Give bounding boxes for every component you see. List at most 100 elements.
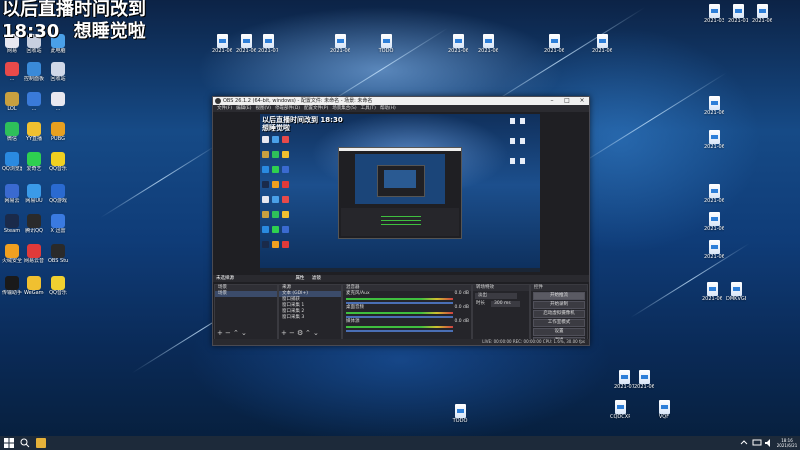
desktop-shortcut[interactable]: 微信 [2, 122, 22, 142]
menu-item[interactable]: 停靠部件(D) [275, 106, 300, 111]
desktop-file[interactable]: TODO [450, 404, 470, 424]
desktop-file[interactable]: 2021-06-15 [704, 184, 724, 204]
desktop-shortcut[interactable]: 腾讯QQ [24, 214, 44, 234]
preview-icon [262, 211, 269, 218]
desktop-shortcut[interactable]: WeGame [24, 276, 44, 296]
desktop-shortcut[interactable]: 回收站 [48, 62, 68, 82]
menu-item[interactable]: 帮助(H) [380, 106, 396, 111]
control-button[interactable]: 开始推流 [533, 292, 585, 300]
control-button[interactable]: 设置 [533, 328, 585, 336]
obs-preview-canvas[interactable]: 以后直播时间改到 18:30 想睡觉啦 [260, 114, 540, 272]
desktop-shortcut[interactable]: 控制面板 [24, 62, 44, 82]
desktop-shortcut[interactable]: ... [48, 92, 68, 112]
menu-item[interactable]: 编辑(E) [236, 106, 251, 111]
network-icon[interactable] [752, 438, 762, 448]
desktop-shortcut[interactable]: PUBG [48, 122, 68, 142]
desktop-file[interactable]: CQDCXR... [610, 400, 630, 420]
desktop-shortcut[interactable]: X 迅雷 [48, 214, 68, 234]
desktop-shortcut[interactable]: QQ游戏 [48, 184, 68, 204]
minimize-icon[interactable]: – [545, 97, 559, 105]
source-settings-icon[interactable]: ⚙ [297, 330, 303, 337]
control-button[interactable]: 启动虚拟摄像机 [533, 310, 585, 318]
menu-item[interactable]: 文件(F) [217, 106, 232, 111]
desktop-shortcut[interactable]: 网易云音乐 [24, 244, 44, 264]
desktop-shortcut[interactable]: QQ音乐 [48, 276, 68, 296]
source-up-icon[interactable]: ⌃ [305, 330, 311, 337]
desktop-file[interactable]: VQF [654, 400, 674, 420]
desktop-shortcut[interactable]: QQ音乐 [48, 152, 68, 172]
move-up-icon[interactable]: ⌃ [233, 330, 239, 337]
control-button[interactable]: 开始录制 [533, 301, 585, 309]
source-item[interactable]: 窗口采集 3 [279, 315, 341, 321]
desktop-file[interactable]: 2021-06-03 [704, 212, 724, 232]
remove-source-icon[interactable]: − [289, 330, 295, 337]
desktop-file[interactable]: 2021-06-19 [634, 370, 654, 390]
obs-window[interactable]: OBS 26.1.2 (64-bit, windows) - 配置文件: 未命名… [212, 96, 590, 346]
scene-item[interactable]: 场景 [215, 291, 277, 297]
desktop-file[interactable]: 2021-06-23 [478, 34, 498, 54]
desktop-shortcut[interactable]: 网易云 [2, 184, 22, 204]
desktop-file[interactable]: DMKVGB [726, 282, 746, 302]
obs-titlebar[interactable]: OBS 26.1.2 (64-bit, windows) - 配置文件: 未命名… [213, 97, 589, 105]
menu-item[interactable]: 视图(V) [255, 106, 271, 111]
desktop-file[interactable]: 2021-06-18 [704, 96, 724, 116]
desktop-file[interactable]: 2021-06-13 [236, 34, 256, 54]
desktop-file[interactable]: 2021-06-24 [330, 34, 350, 54]
add-source-icon[interactable]: + [281, 330, 287, 337]
file-explorer-icon[interactable] [36, 438, 46, 448]
preview-icon [262, 196, 269, 203]
desktop-shortcut[interactable]: YY直播 [24, 122, 44, 142]
preview-icon [262, 226, 269, 233]
source-down-icon[interactable]: ⌄ [313, 330, 319, 337]
clock[interactable]: 18:16 2021/6/21 [776, 438, 798, 448]
filters-button[interactable]: 滤镜 [312, 276, 321, 281]
volume-icon[interactable] [764, 438, 774, 448]
volume-slider[interactable] [346, 330, 453, 332]
close-icon[interactable]: × [575, 97, 589, 105]
start-icon[interactable] [4, 438, 14, 448]
desktop-shortcut[interactable]: OBS Studio [48, 244, 68, 264]
desktop-file[interactable]: TODO [376, 34, 396, 54]
desktop-shortcut[interactable]: 火绒安全 [2, 244, 22, 264]
desktop-file[interactable]: 2021-06-22 [592, 34, 612, 54]
duration-input[interactable]: 300 ms [491, 301, 520, 307]
desktop-shortcut[interactable]: ... [24, 92, 44, 112]
desktop-file[interactable]: 2021-06-07 [704, 240, 724, 260]
desktop-file[interactable]: 2021-07-21 [614, 370, 634, 390]
desktop-shortcut[interactable]: 传输助手 [2, 276, 22, 296]
desktop-shortcut[interactable]: ... [2, 62, 22, 82]
mixer-channel-name: 桌面音频 [346, 305, 364, 310]
menu-item[interactable]: 场景集合(S) [332, 106, 356, 111]
preview-icon [282, 166, 289, 173]
maximize-icon[interactable]: □ [560, 97, 574, 105]
desktop-file[interactable]: 2021-06-13 [704, 130, 724, 150]
desktop-file[interactable]: 2021-06-03 [702, 282, 722, 302]
desktop-file[interactable]: 2021-06-15 [752, 4, 772, 24]
volume-slider[interactable] [346, 302, 453, 304]
search-icon[interactable] [20, 438, 30, 448]
desktop-file[interactable]: 2021-03-13 [704, 4, 724, 24]
menu-item[interactable]: 配置文件(P) [304, 106, 328, 111]
desktop-shortcut[interactable]: QQ浏览器 [2, 152, 22, 172]
desktop-file[interactable]: 2021-06-25 FVAH [448, 34, 468, 54]
desktop-icon [27, 152, 41, 166]
desktop-file[interactable]: 2021-07-02 [258, 34, 278, 54]
add-scene-icon[interactable]: + [217, 330, 223, 337]
desktop-file[interactable]: 2021-01-15 [728, 4, 748, 24]
desktop-shortcut[interactable]: Steam [2, 214, 22, 234]
desktop-shortcut[interactable]: 网易UU [24, 184, 44, 204]
desktop-shortcut[interactable]: 爱奇艺 [24, 152, 44, 172]
desktop-file[interactable]: 2021-06-15 [544, 34, 564, 54]
remove-scene-icon[interactable]: − [225, 330, 231, 337]
tray-up-icon[interactable] [740, 438, 748, 448]
desktop-icon [27, 276, 41, 290]
preview-icon [262, 151, 269, 158]
desktop-file[interactable]: 2021-06-14 [212, 34, 232, 54]
menu-item[interactable]: 工具(T) [361, 106, 376, 111]
desktop-shortcut[interactable]: LOL [2, 92, 22, 112]
transition-select[interactable]: 淡出 [475, 293, 517, 299]
control-button[interactable]: 工作室模式 [533, 319, 585, 327]
volume-slider[interactable] [346, 316, 453, 318]
move-down-icon[interactable]: ⌄ [241, 330, 247, 337]
properties-button[interactable]: 属性 [295, 276, 304, 281]
